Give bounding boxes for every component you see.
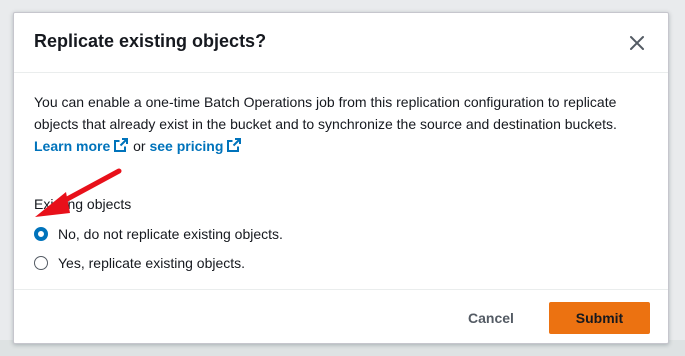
see-pricing-label: see pricing [149,138,224,154]
radio-option-yes[interactable]: Yes, replicate existing objects. [34,253,245,273]
cancel-button[interactable]: Cancel [450,302,532,334]
modal-footer: Cancel Submit [14,289,668,343]
radio-button-unselected[interactable] [34,256,48,270]
replicate-objects-modal: Replicate existing objects? You can enab… [13,12,669,344]
see-pricing-link[interactable]: see pricing [149,138,242,154]
external-link-icon [227,138,242,152]
learn-more-label: Learn more [34,138,111,154]
modal-body: You can enable a one-time Batch Operatio… [34,91,650,157]
modal-header: Replicate existing objects? [14,13,668,73]
description-body: You can enable a one-time Batch Operatio… [34,94,617,132]
close-icon [630,36,644,50]
modal-title: Replicate existing objects? [34,31,267,51]
existing-objects-label: Existing objects [34,196,132,212]
radio-button-selected[interactable] [34,227,48,241]
radio-label-no: No, do not replicate existing objects. [58,226,283,242]
learn-more-link[interactable]: Learn more [34,138,129,154]
external-link-icon [114,138,129,152]
link-connector: or [133,138,146,154]
radio-option-no[interactable]: No, do not replicate existing objects. [34,224,283,244]
description-text: You can enable a one-time Batch Operatio… [34,91,650,157]
submit-button[interactable]: Submit [549,302,650,334]
close-button[interactable] [625,31,649,55]
radio-label-yes: Yes, replicate existing objects. [58,255,246,271]
